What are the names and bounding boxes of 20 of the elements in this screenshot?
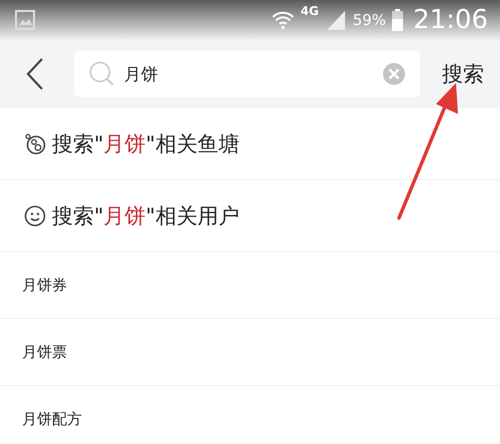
network-type: 4G [300, 4, 319, 18]
battery-icon [392, 9, 404, 31]
scoped-search-item[interactable]: 搜索"月饼"相关用户 [0, 180, 500, 252]
search-button[interactable]: 搜索 [442, 60, 484, 88]
clock: 21:06 [413, 5, 488, 35]
wifi-icon [270, 10, 295, 30]
signal-icon [324, 9, 347, 31]
search-input[interactable]: 月饼 [122, 63, 376, 85]
scoped-search-label: 搜索"月饼"相关鱼塘 [52, 130, 240, 158]
suggestion-item[interactable]: 月饼券 [0, 252, 500, 319]
battery-percent: 59% [352, 11, 386, 29]
search-icon [88, 60, 116, 88]
smiley-icon [24, 204, 46, 226]
fish-pond-icon [24, 132, 46, 154]
suggestion-item[interactable]: 月饼票 [0, 319, 500, 386]
scoped-search-item[interactable]: 搜索"月饼"相关鱼塘 [0, 108, 500, 180]
search-field[interactable]: 月饼 [74, 51, 420, 97]
suggestion-item[interactable]: 月饼配方 [0, 386, 500, 444]
gallery-icon [14, 9, 36, 31]
scoped-search-label: 搜索"月饼"相关用户 [52, 202, 240, 230]
